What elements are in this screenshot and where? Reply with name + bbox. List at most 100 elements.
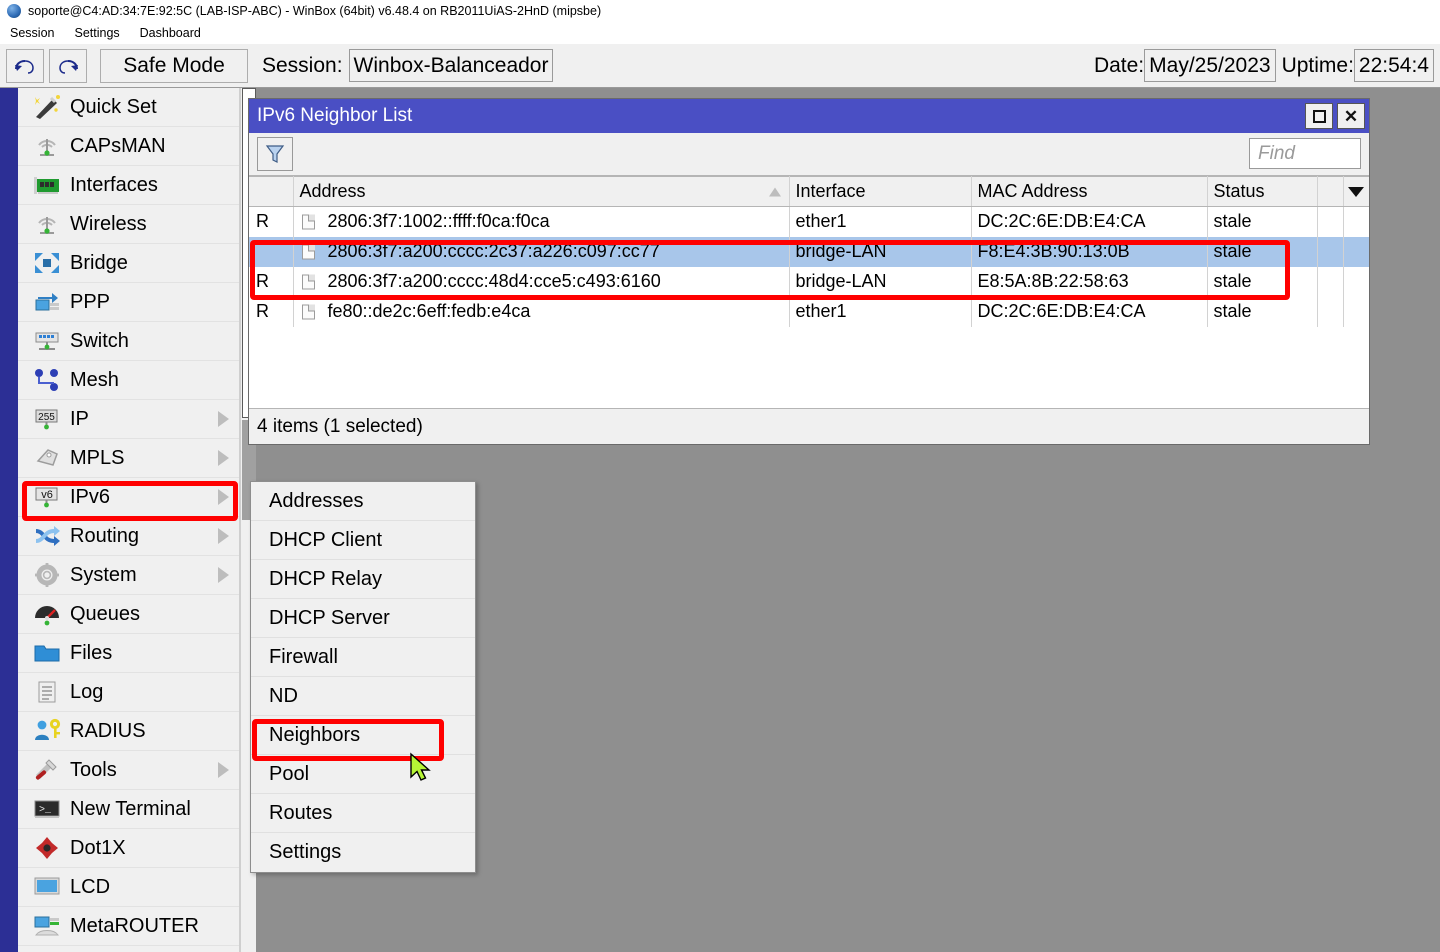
user-key-icon <box>30 716 64 746</box>
column-header-flag[interactable] <box>249 177 293 207</box>
winbox-side-strip: WinBox <box>0 88 18 952</box>
winbox-application-window: soporte@C4:AD:34:7E:92:5C (LAB-ISP-ABC) … <box>0 0 1440 952</box>
table-row[interactable]: 2806:3f7:a200:cccc:2c37:a226:c097:cc77 br… <box>249 237 1369 267</box>
neighbor-window-titlebar[interactable]: IPv6 Neighbor List ✕ <box>249 99 1369 133</box>
lcd-screen-icon <box>30 872 64 902</box>
row-extra-1 <box>1317 207 1343 237</box>
main-menu-sidebar: Quick Set CAPsMAN Interfaces Wireless Bridge… <box>18 88 240 952</box>
column-header-interface[interactable]: Interface <box>789 177 971 207</box>
sidebar-item-metarouter[interactable]: MetaROUTER <box>18 907 239 946</box>
sidebar-item-ip[interactable]: 255 IP <box>18 400 239 439</box>
svg-text:255: 255 <box>38 412 55 423</box>
row-status: stale <box>1207 267 1317 297</box>
submenu-arrow-icon <box>218 411 229 427</box>
table-row[interactable]: R2806:3f7:a200:cccc:48d4:cce5:c493:6160b… <box>249 267 1369 297</box>
sidebar-item-label: New Terminal <box>70 798 191 821</box>
neighbor-window-toolbar: Find <box>249 133 1369 175</box>
submenu-item-nd[interactable]: ND <box>251 677 475 716</box>
row-address: 2806:3f7:1002::ffff:f0ca:f0ca <box>293 207 789 237</box>
submenu-item-dhcp-server[interactable]: DHCP Server <box>251 599 475 638</box>
submenu-arrow-icon <box>218 528 229 544</box>
tools-icon <box>30 755 64 785</box>
sidebar-item-radius[interactable]: RADIUS <box>18 712 239 751</box>
window-title: soporte@C4:AD:34:7E:92:5C (LAB-ISP-ABC) … <box>28 4 601 18</box>
column-label-address: Address <box>300 181 366 201</box>
sidebar-item-queues[interactable]: Queues <box>18 595 239 634</box>
submenu-item-firewall[interactable]: Firewall <box>251 638 475 677</box>
sidebar-item-label: Tools <box>70 759 117 782</box>
submenu-item-addresses[interactable]: Addresses <box>251 482 475 521</box>
undo-button[interactable] <box>6 49 44 83</box>
metarouter-icon <box>30 911 64 941</box>
sidebar-item-new-terminal[interactable]: >_ New Terminal <box>18 790 239 829</box>
sidebar-item-tools[interactable]: Tools <box>18 751 239 790</box>
sidebar-item-interfaces[interactable]: Interfaces <box>18 166 239 205</box>
sidebar-item-mesh[interactable]: Mesh <box>18 361 239 400</box>
menu-dashboard[interactable]: Dashboard <box>130 25 211 41</box>
row-extra-2 <box>1343 207 1369 237</box>
submenu-item-routes[interactable]: Routes <box>251 794 475 833</box>
close-button[interactable]: ✕ <box>1337 103 1365 129</box>
submenu-item-dhcp-relay[interactable]: DHCP Relay <box>251 560 475 599</box>
column-header-address[interactable]: Address <box>293 177 789 207</box>
column-menu-button[interactable] <box>1343 177 1369 207</box>
sidebar-item-quick-set[interactable]: Quick Set <box>18 88 239 127</box>
sidebar-item-bridge[interactable]: Bridge <box>18 244 239 283</box>
row-status: stale <box>1207 237 1317 267</box>
mpls-tag-icon <box>30 443 64 473</box>
menu-bar: Session Settings Dashboard <box>0 22 1440 44</box>
row-mac: F8:E4:3B:90:13:0B <box>971 237 1207 267</box>
submenu-item-neighbors[interactable]: Neighbors <box>251 716 475 755</box>
sidebar-item-capsman[interactable]: CAPsMAN <box>18 127 239 166</box>
table-row[interactable]: R2806:3f7:1002::ffff:f0ca:f0caether1DC:2… <box>249 207 1369 237</box>
sidebar-item-label: LCD <box>70 876 110 899</box>
sidebar-item-lcd[interactable]: LCD <box>18 868 239 907</box>
find-input[interactable]: Find <box>1249 138 1361 169</box>
menu-session[interactable]: Session <box>0 25 64 41</box>
sidebar-item-label: Dot1X <box>70 837 126 860</box>
row-interface: bridge-LAN <box>789 237 971 267</box>
uptime-label: Uptime: <box>1282 54 1354 78</box>
column-header-extra[interactable] <box>1317 177 1343 207</box>
safe-mode-button[interactable]: Safe Mode <box>100 49 248 83</box>
row-extra-2 <box>1343 297 1369 327</box>
sidebar-item-label: Wireless <box>70 213 147 236</box>
column-header-mac[interactable]: MAC Address <box>971 177 1207 207</box>
menu-settings[interactable]: Settings <box>64 25 129 41</box>
column-header-status[interactable]: Status <box>1207 177 1317 207</box>
sidebar-item-system[interactable]: System <box>18 556 239 595</box>
session-field[interactable]: Winbox-Balanceador <box>349 49 554 82</box>
gear-icon <box>30 560 64 590</box>
sidebar-item-ppp[interactable]: PPP <box>18 283 239 322</box>
sidebar-item-label: System <box>70 564 137 587</box>
sidebar-item-routing[interactable]: Routing <box>18 517 239 556</box>
sidebar-item-label: Queues <box>70 603 140 626</box>
sidebar-item-switch[interactable]: Switch <box>18 322 239 361</box>
sidebar-item-label: PPP <box>70 291 110 314</box>
table-row[interactable]: Rfe80::de2c:6eff:fedb:e4caether1DC:2C:6E… <box>249 297 1369 327</box>
sidebar-item-label: IP <box>70 408 89 431</box>
filter-button[interactable] <box>257 137 293 171</box>
gauge-icon <box>30 599 64 629</box>
sidebar-item-label: RADIUS <box>70 720 146 743</box>
sidebar-item-wireless[interactable]: Wireless <box>18 205 239 244</box>
sidebar-item-dot1x[interactable]: Dot1X <box>18 829 239 868</box>
sidebar-item-ipv6[interactable]: v6IPv6 <box>18 478 239 517</box>
neighbor-table-body: R2806:3f7:1002::ffff:f0ca:f0caether1DC:2… <box>249 207 1369 357</box>
sidebar-item-log[interactable]: Log <box>18 673 239 712</box>
sidebar-item-files[interactable]: Files <box>18 634 239 673</box>
row-address-text: 2806:3f7:a200:cccc:2c37:a226:c097:cc77 <box>328 241 660 261</box>
sidebar-item-label: MetaROUTER <box>70 915 199 938</box>
sidebar-item-label: Files <box>70 642 112 665</box>
submenu-item-settings[interactable]: Settings <box>251 833 475 872</box>
submenu-item-dhcp-client[interactable]: DHCP Client <box>251 521 475 560</box>
redo-button[interactable] <box>49 49 87 83</box>
sidebar-item-mpls[interactable]: MPLS <box>18 439 239 478</box>
row-status: stale <box>1207 207 1317 237</box>
row-extra-1 <box>1317 267 1343 297</box>
svg-text:>_: >_ <box>39 805 52 816</box>
submenu-item-pool[interactable]: Pool <box>251 755 475 794</box>
maximize-button[interactable] <box>1305 103 1333 129</box>
row-flag: R <box>249 297 293 327</box>
sidebar-item-label: CAPsMAN <box>70 135 166 158</box>
